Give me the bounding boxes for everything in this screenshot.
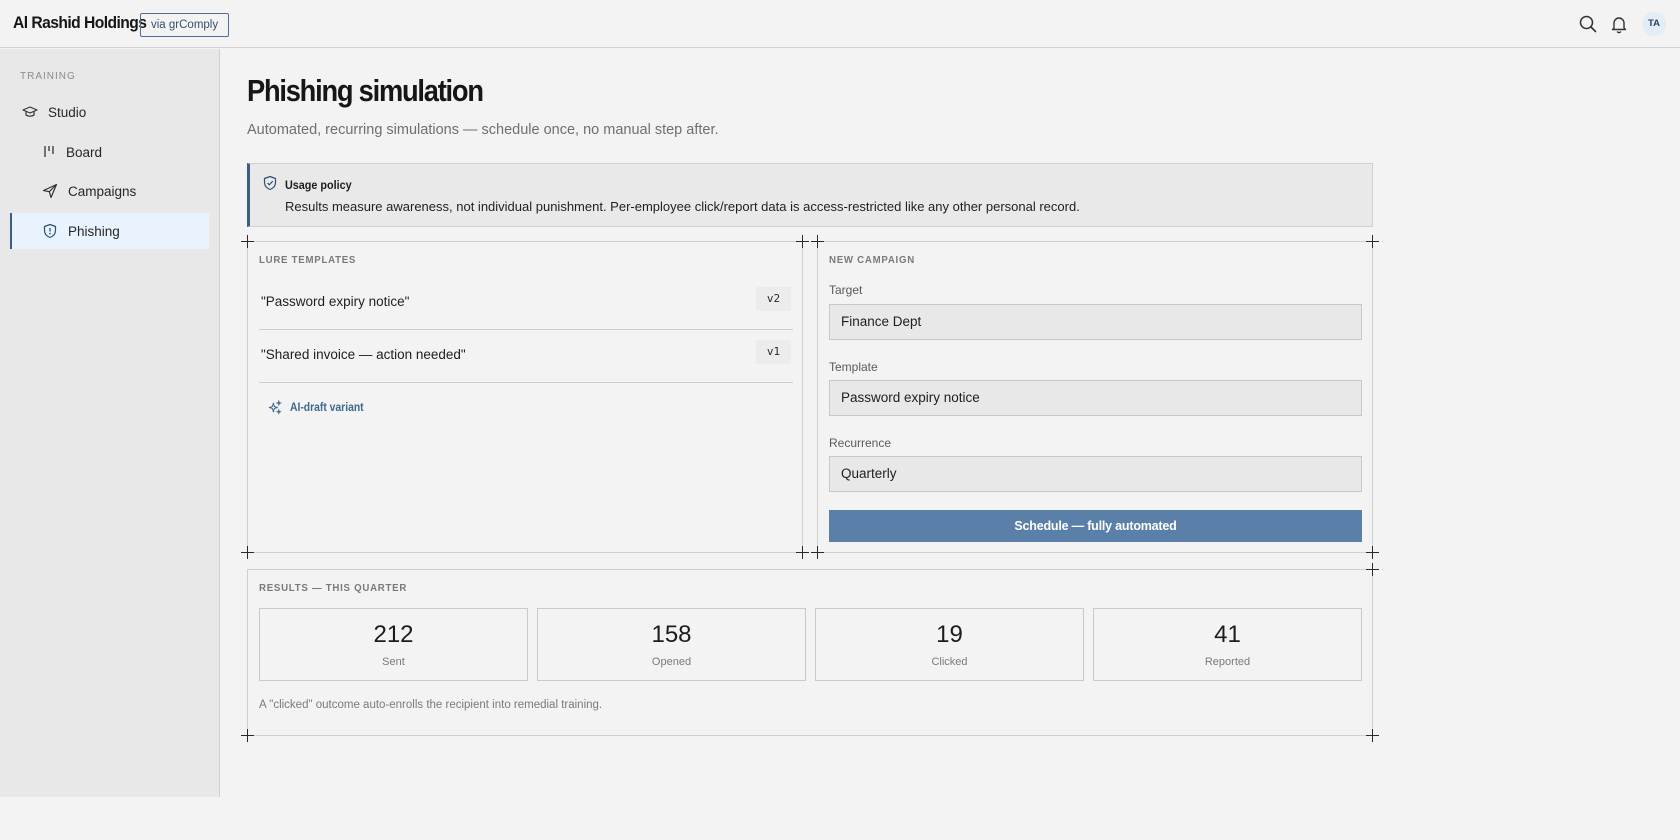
results-panel: RESULTS — THIS QUARTER 212 Sent 158 Open…: [247, 569, 1373, 736]
stat-value: 41: [1214, 621, 1241, 648]
recurrence-field[interactable]: Quarterly: [829, 456, 1362, 492]
avatar[interactable]: TA: [1642, 12, 1666, 36]
corner-mark: [1366, 546, 1379, 559]
lure-templates-heading: LURE TEMPLATES: [259, 254, 357, 266]
corner-mark: [811, 235, 824, 248]
bell-icon[interactable]: [1609, 14, 1629, 34]
target-label: Target: [829, 283, 863, 297]
top-bar: Al Rashid Holdings via grComply TA: [0, 0, 1680, 48]
sidebar-item-label: Campaigns: [68, 183, 137, 199]
corner-mark: [796, 235, 809, 248]
sidebar-item-phishing[interactable]: Phishing: [10, 213, 209, 249]
stat-card-reported: 41 Reported: [1093, 608, 1362, 681]
template-label: Template: [829, 360, 878, 374]
corner-mark: [241, 729, 254, 742]
policy-text: Results measure awareness, not individua…: [285, 199, 1080, 214]
corner-mark: [796, 546, 809, 559]
results-note: A "clicked" outcome auto-enrolls the rec…: [259, 699, 603, 711]
template-field[interactable]: Password expiry notice: [829, 380, 1362, 416]
kanban-icon: [42, 145, 56, 159]
stat-card-sent: 212 Sent: [259, 608, 528, 681]
version-badge: v1: [756, 340, 791, 364]
stat-value: 19: [936, 621, 963, 648]
results-heading: RESULTS — THIS QUARTER: [259, 582, 408, 594]
via-grcomply-button[interactable]: via grComply: [140, 13, 230, 37]
stat-card-clicked: 19 Clicked: [815, 608, 1084, 681]
sparkles-icon: [268, 399, 283, 416]
version-badge: v2: [756, 287, 791, 311]
sidebar: TRAINING Studio Board Campaigns Phishing: [0, 49, 220, 797]
page-subtitle: Automated, recurring simulations — sched…: [247, 122, 719, 138]
stat-label: Sent: [382, 656, 405, 668]
lure-template-name: "Password expiry notice": [261, 294, 410, 309]
usage-policy-banner: Usage policy Results measure awareness, …: [247, 163, 1373, 227]
new-campaign-panel: NEW CAMPAIGN Target Finance Dept Templat…: [817, 241, 1373, 553]
policy-title: Usage policy: [285, 178, 352, 192]
graduation-cap-icon: [22, 104, 38, 120]
recurrence-label: Recurrence: [829, 436, 892, 450]
sidebar-item-campaigns[interactable]: Campaigns: [10, 173, 209, 209]
page-title: Phishing simulation: [247, 73, 484, 108]
search-icon[interactable]: [1578, 14, 1598, 34]
ai-draft-variant-button[interactable]: AI-draft variant: [268, 399, 372, 416]
stat-label: Reported: [1204, 656, 1251, 668]
sidebar-section-label: TRAINING: [20, 71, 76, 82]
sidebar-item-studio[interactable]: Studio: [10, 94, 209, 130]
stat-value: 212: [373, 621, 414, 648]
corner-mark: [1366, 235, 1379, 248]
target-field[interactable]: Finance Dept: [829, 304, 1362, 340]
sidebar-item-board[interactable]: Board: [10, 134, 209, 170]
corner-mark: [811, 546, 824, 559]
sidebar-item-label: Studio: [48, 104, 87, 120]
shield-check-icon: [262, 175, 278, 191]
brand-name: Al Rashid Holdings: [13, 13, 147, 32]
stat-value: 158: [651, 621, 692, 648]
corner-mark: [241, 546, 254, 559]
stat-card-opened: 158 Opened: [537, 608, 806, 681]
lure-template-item[interactable]: "Password expiry notice" v2: [259, 277, 793, 330]
schedule-button[interactable]: Schedule — fully automated: [829, 510, 1362, 542]
corner-mark: [1366, 729, 1379, 742]
lure-templates-panel: LURE TEMPLATES "Password expiry notice" …: [247, 241, 803, 553]
lure-template-name: "Shared invoice — action needed": [261, 347, 466, 362]
sidebar-item-label: Phishing: [68, 223, 120, 239]
corner-mark: [1366, 563, 1379, 576]
corner-mark: [241, 235, 254, 248]
shield-alert-icon: [42, 223, 58, 239]
send-icon: [42, 183, 58, 199]
stat-label: Opened: [651, 656, 692, 668]
new-campaign-heading: NEW CAMPAIGN: [829, 254, 915, 266]
ai-draft-label: AI-draft variant: [290, 402, 364, 414]
stat-label: Clicked: [931, 656, 968, 668]
lure-template-item[interactable]: "Shared invoice — action needed" v1: [259, 330, 793, 383]
sidebar-item-label: Board: [66, 144, 103, 160]
